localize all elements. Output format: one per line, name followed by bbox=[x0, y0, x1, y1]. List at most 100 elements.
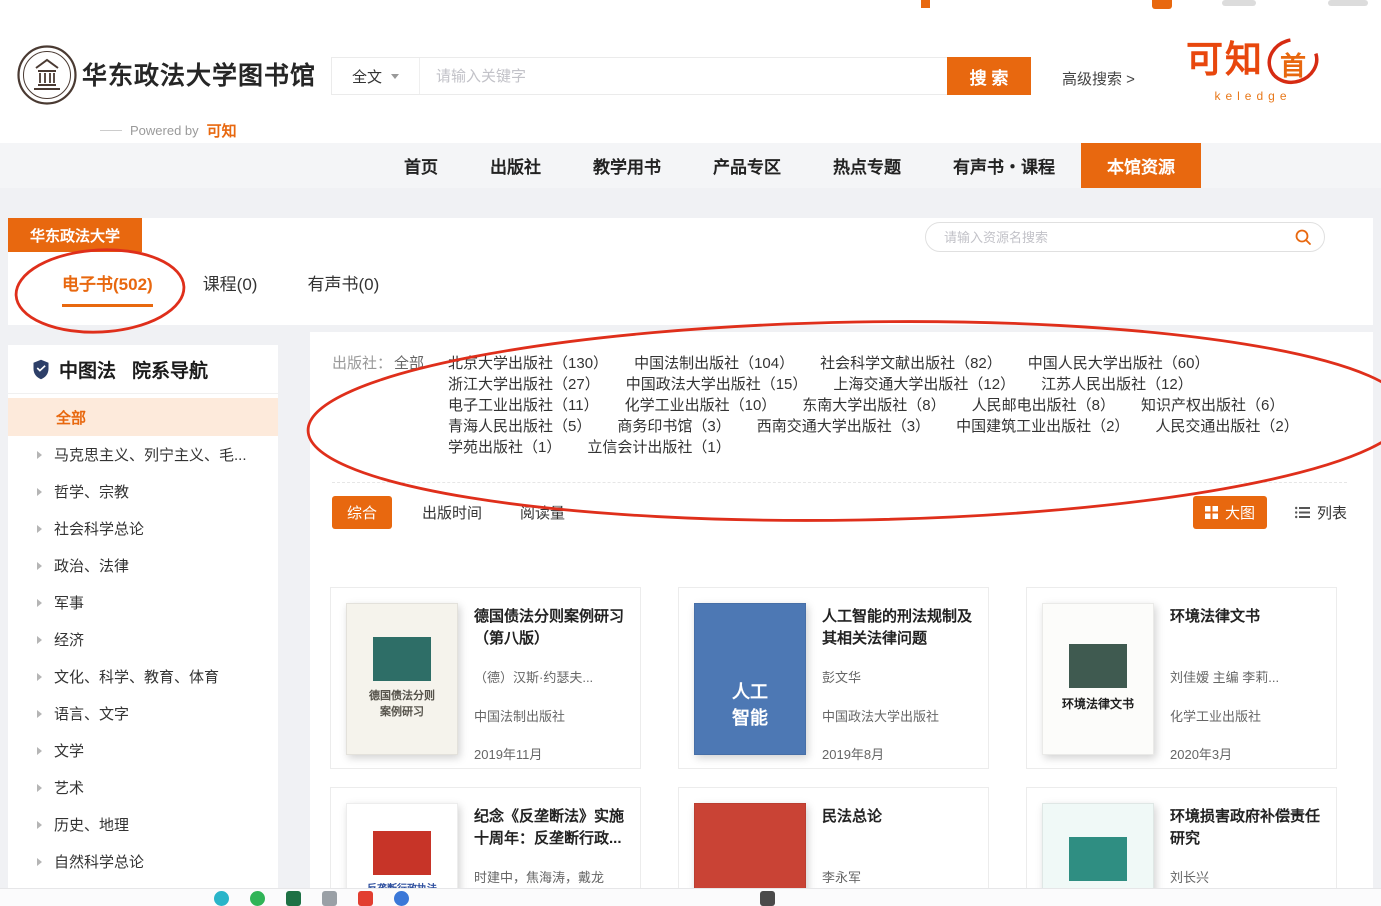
publisher-filter-option[interactable]: 西南交通大学出版社（3） bbox=[757, 416, 930, 437]
publisher-filter-option[interactable]: 中国人民大学出版社（60） bbox=[1028, 353, 1210, 374]
sidebar-tab-departments[interactable]: 院系导航 bbox=[132, 356, 208, 383]
search-scope-dropdown[interactable]: 全文 bbox=[332, 58, 420, 94]
nav-item[interactable]: 有声书・课程 bbox=[927, 143, 1081, 188]
keledge-logo-main: 可知 首 bbox=[1186, 34, 1320, 88]
sidebar-category[interactable]: 哲学、宗教 bbox=[8, 473, 278, 510]
book-card[interactable]: 人工 智能 人工智能的刑法规制及其相关法律问题 彭文华 中国政法大学出版社 20… bbox=[678, 587, 989, 769]
book-title[interactable]: 纪念《反垄断法》实施十周年：反垄断行政... bbox=[474, 806, 625, 850]
book-cover: 环境法律文书 bbox=[1042, 603, 1154, 755]
sidebar-category[interactable]: 艺术 bbox=[8, 769, 278, 806]
organization-tab[interactable]: 华东政法大学 bbox=[8, 218, 142, 252]
publisher-filter-option[interactable]: 人民交通出版社（2） bbox=[1155, 416, 1298, 437]
sidebar-category[interactable]: 文化、科学、教育、体育 bbox=[8, 658, 278, 695]
book-title[interactable]: 德国债法分则案例研习（第八版） bbox=[474, 606, 625, 650]
library-name[interactable]: 华东政法大学图书馆 bbox=[82, 56, 316, 92]
publisher-filter-option[interactable]: 中国建筑工业出版社（2） bbox=[956, 416, 1129, 437]
nav-item[interactable]: 产品专区 bbox=[687, 143, 807, 188]
sidebar-category[interactable]: 文学 bbox=[8, 732, 278, 769]
keledge-logo-text: 可知 bbox=[1186, 34, 1264, 86]
view-large-button[interactable]: 大图 bbox=[1193, 496, 1267, 529]
university-library-logo[interactable] bbox=[16, 44, 78, 106]
powered-by: Powered by 可知 bbox=[100, 120, 237, 141]
nav-item[interactable]: 本馆资源 bbox=[1081, 143, 1201, 188]
sidebar-category-label: 文学 bbox=[54, 740, 84, 761]
sidebar-tab-clc[interactable]: 中图法 bbox=[59, 356, 116, 383]
taskbar-app-icon[interactable] bbox=[760, 891, 775, 906]
sidebar-category-label: 马克思主义、列宁主义、毛... bbox=[54, 444, 247, 465]
publisher-filter-option[interactable]: 青海人民出版社（5） bbox=[448, 416, 591, 437]
publisher-filter-option[interactable]: 社会科学文献出版社（82） bbox=[820, 353, 1002, 374]
publisher-filter-option[interactable]: 江苏人民出版社（12） bbox=[1041, 374, 1193, 395]
sidebar-category[interactable]: 军事 bbox=[8, 584, 278, 621]
resource-type-tab[interactable]: 课程(0) bbox=[203, 270, 258, 307]
advanced-search-link[interactable]: 高级搜索 > bbox=[1062, 68, 1135, 89]
keledge-logo[interactable]: 可知 首 keledge bbox=[1178, 34, 1328, 103]
taskbar-app-icon[interactable] bbox=[214, 891, 229, 906]
publisher-filter-option[interactable]: 知识产权出版社（6） bbox=[1141, 395, 1284, 416]
publisher-filter-option[interactable]: 东南大学出版社（8） bbox=[802, 395, 945, 416]
search-input[interactable] bbox=[420, 58, 947, 94]
book-info: 纪念《反垄断法》实施十周年：反垄断行政... 时建中，焦海涛，戴龙 bbox=[474, 803, 625, 888]
nav-item[interactable]: 首页 bbox=[378, 143, 464, 188]
publisher-filter-option[interactable]: 人民邮电出版社（8） bbox=[972, 395, 1115, 416]
book-card[interactable]: 民法总论 民法总论 李永军 bbox=[678, 787, 989, 888]
sort-option[interactable]: 出版时间 bbox=[422, 502, 482, 523]
powered-by-brand-link[interactable]: 可知 bbox=[207, 120, 237, 141]
sidebar-category[interactable]: 全部 bbox=[8, 398, 278, 436]
taskbar-app-icon[interactable] bbox=[322, 891, 337, 906]
publisher-filter-option[interactable]: 商务印书馆（3） bbox=[617, 416, 730, 437]
view-list-button[interactable]: 列表 bbox=[1295, 502, 1347, 523]
resource-search-input[interactable] bbox=[942, 229, 1294, 246]
resource-type-tab[interactable]: 电子书(502) bbox=[62, 270, 153, 307]
taskbar-app-icon[interactable] bbox=[358, 891, 373, 906]
sidebar-category[interactable]: 社会科学总论 bbox=[8, 510, 278, 547]
sidebar-category[interactable]: 数理科学和化学 bbox=[8, 880, 278, 888]
nav-item[interactable]: 教学用书 bbox=[567, 143, 687, 188]
taskbar-app-icon[interactable] bbox=[394, 891, 409, 906]
sidebar-category[interactable]: 语言、文字 bbox=[8, 695, 278, 732]
publisher-filter-option[interactable]: 学苑出版社（1） bbox=[448, 437, 561, 458]
book-card[interactable]: 反垄断行政执法 典型案件分析与解读 （2008-2018） 纪念《反垄断法》实施… bbox=[330, 787, 641, 888]
main-content: 华东政法大学 电子书(502) 课程(0) 有声书(0) bbox=[0, 188, 1381, 888]
sidebar-category-label: 哲学、宗教 bbox=[54, 481, 129, 502]
book-title[interactable]: 人工智能的刑法规制及其相关法律问题 bbox=[822, 606, 973, 650]
site-header: 华东政法大学图书馆 Powered by 可知 全文 搜 索 高级搜索 > 可知… bbox=[0, 10, 1381, 143]
search-button[interactable]: 搜 索 bbox=[947, 57, 1031, 95]
publisher-filter-option[interactable]: 浙江大学出版社（27） bbox=[448, 374, 600, 395]
nav-item[interactable]: 热点专题 bbox=[807, 143, 927, 188]
publisher-filter-all[interactable]: 全部 bbox=[394, 353, 424, 374]
book-info: 德国债法分则案例研习（第八版） （德）汉斯·约瑟夫... 中国法制出版社 201… bbox=[474, 603, 625, 755]
sidebar-category[interactable]: 马克思主义、列宁主义、毛... bbox=[8, 436, 278, 473]
publisher-filter-option[interactable]: 中国政法大学出版社（15） bbox=[626, 374, 808, 395]
sidebar-category[interactable]: 自然科学总论 bbox=[8, 843, 278, 880]
taskbar-app-icon[interactable] bbox=[250, 891, 265, 906]
publisher-filter-option[interactable]: 化学工业出版社（10） bbox=[625, 395, 777, 416]
publisher-filter-option[interactable]: 电子工业出版社（11） bbox=[448, 395, 599, 416]
sort-options: 综合 出版时间 阅读量 bbox=[332, 496, 603, 529]
book-card[interactable]: 环境损害 政府补偿责任研究 环境损害政府补偿责任研究 刘长兴 bbox=[1026, 787, 1337, 888]
publisher-filter-option[interactable]: 上海交通大学出版社（12） bbox=[833, 374, 1015, 395]
publisher-filter-option[interactable]: 中国法制出版社（104） bbox=[634, 353, 794, 374]
book-title[interactable]: 环境损害政府补偿责任研究 bbox=[1170, 806, 1321, 850]
sidebar-category[interactable]: 经济 bbox=[8, 621, 278, 658]
taskbar-app-icon[interactable] bbox=[286, 891, 301, 906]
publisher-filter-option[interactable]: 立信会计出版社（1） bbox=[587, 437, 730, 458]
sort-option[interactable]: 阅读量 bbox=[520, 502, 565, 523]
sort-option[interactable]: 综合 bbox=[332, 496, 392, 529]
search-scope-value: 全文 bbox=[352, 66, 382, 87]
view-toggle-group: 大图 列表 bbox=[1193, 496, 1347, 529]
resource-type-tab[interactable]: 有声书(0) bbox=[307, 270, 379, 307]
book-title[interactable]: 环境法律文书 bbox=[1170, 606, 1321, 628]
book-card[interactable]: 德国债法分则 案例研习 德国债法分则案例研习（第八版） （德）汉斯·约瑟夫...… bbox=[330, 587, 641, 769]
publisher-filter-option[interactable]: 北京大学出版社（130） bbox=[448, 353, 608, 374]
nav-item[interactable]: 出版社 bbox=[464, 143, 567, 188]
sidebar-category-label: 社会科学总论 bbox=[54, 518, 144, 539]
sidebar-category[interactable]: 历史、地理 bbox=[8, 806, 278, 843]
book-title[interactable]: 民法总论 bbox=[822, 806, 973, 828]
chevron-right-icon bbox=[37, 747, 42, 755]
browser-chrome-fragment bbox=[1328, 0, 1368, 6]
book-card[interactable]: 环境法律文书 环境法律文书 刘佳嫒 主编 李莉... 化学工业出版社 2020年… bbox=[1026, 587, 1337, 769]
book-cover: 人工 智能 bbox=[694, 603, 806, 755]
sidebar-category[interactable]: 政治、法律 bbox=[8, 547, 278, 584]
search-icon[interactable] bbox=[1294, 228, 1312, 246]
